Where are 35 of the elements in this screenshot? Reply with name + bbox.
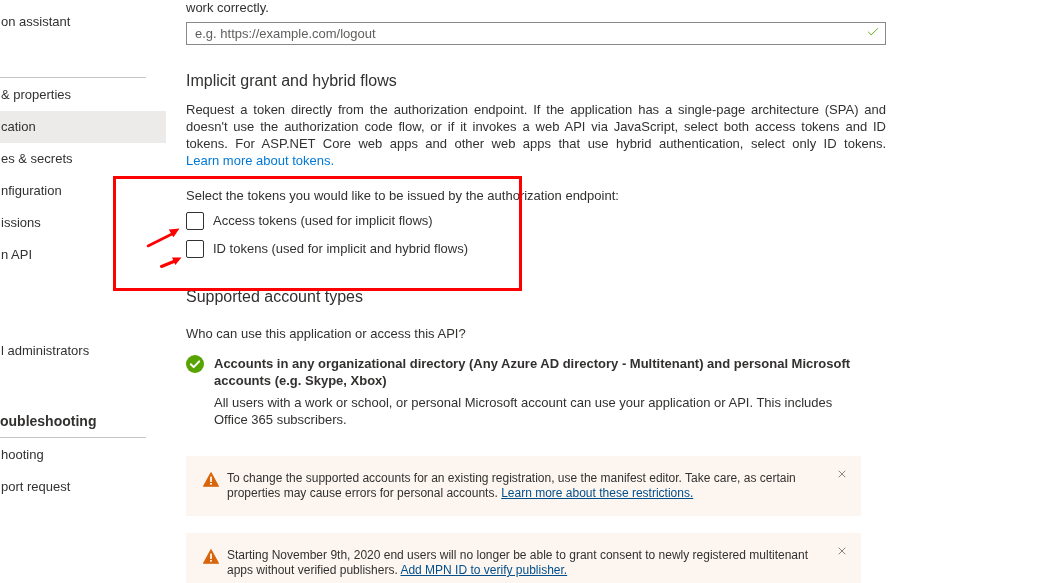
- close-icon: [836, 468, 848, 480]
- section-title: Supported account types: [186, 287, 364, 307]
- nav-item[interactable]: & properties: [0, 79, 166, 111]
- close-icon: [836, 545, 848, 557]
- restrictions-link[interactable]: Learn more about these restrictions.: [501, 486, 694, 500]
- nav-item[interactable]: hooting: [0, 439, 166, 471]
- field-caption: work correctly.: [186, 0, 270, 16]
- warning-text: To change the supported accounts for an existing registration, use the manifest editor. Take care, as certain properties may cause errors for personal accounts. Learn more about these restrictions.: [227, 471, 797, 501]
- option-label: Accounts in any organizational directory (Any Azure AD directory - Multitenant) and personal Microsoft accounts (e.g. Skype, Xbox): [214, 355, 852, 389]
- learn-more-link[interactable]: Learn more about tokens.: [186, 153, 335, 168]
- annotation-arrow: [146, 227, 180, 248]
- description-text: Request a token directly from the authorization endpoint. If the application has a single-page architecture (SPA) and doesn't use the authorization code flow, or if it invokes a web API via JavaScript, select both access tokens and ID tokens. For ASP.NET Core web apps and other web apps that use hybrid authentication, select only ID tokens. Learn more about tokens.: [186, 101, 886, 169]
- option-description: All users with a work or school, or personal Microsoft account can use your application or API. This includes Office 365 subscribers.: [214, 394, 834, 428]
- nav-item[interactable]: es & secrets: [0, 143, 166, 175]
- restrictions-link[interactable]: Add MPN ID to verify publisher.: [400, 563, 568, 577]
- warning-text: Starting November 9th, 2020 end users will no longer be able to grant consent to newly registered multitenant apps without verified publishers. Add MPN ID to verify publisher.: [227, 548, 809, 578]
- annotation-arrow: [160, 255, 182, 269]
- section-title: Implicit grant and hybrid flows: [186, 71, 398, 91]
- nav-item[interactable]: cation: [0, 111, 166, 143]
- checkbox[interactable]: [186, 212, 204, 230]
- check-circle-icon[interactable]: [186, 355, 204, 373]
- nav-item[interactable]: issions: [0, 207, 166, 239]
- question-text: Who can use this application or access this API?: [186, 325, 467, 342]
- section-heading: oubleshooting: [0, 406, 146, 438]
- nav-item[interactable]: nfiguration: [0, 175, 166, 207]
- logout-url-field[interactable]: e.g. https://example.com/logout: [186, 22, 886, 45]
- nav-item[interactable]: n API: [0, 239, 166, 271]
- warning-icon: [203, 472, 219, 487]
- checkbox[interactable]: [186, 240, 204, 258]
- nav-item[interactable]: port request: [0, 471, 166, 503]
- checkbox-label: Access tokens (used for implicit flows): [213, 212, 433, 231]
- checkbox-label: ID tokens (used for implicit and hybrid flows): [213, 240, 469, 259]
- nav-item[interactable]: on assistant: [0, 6, 166, 38]
- nav-item[interactable]: l administrators: [0, 335, 166, 367]
- warning-icon: [203, 549, 219, 564]
